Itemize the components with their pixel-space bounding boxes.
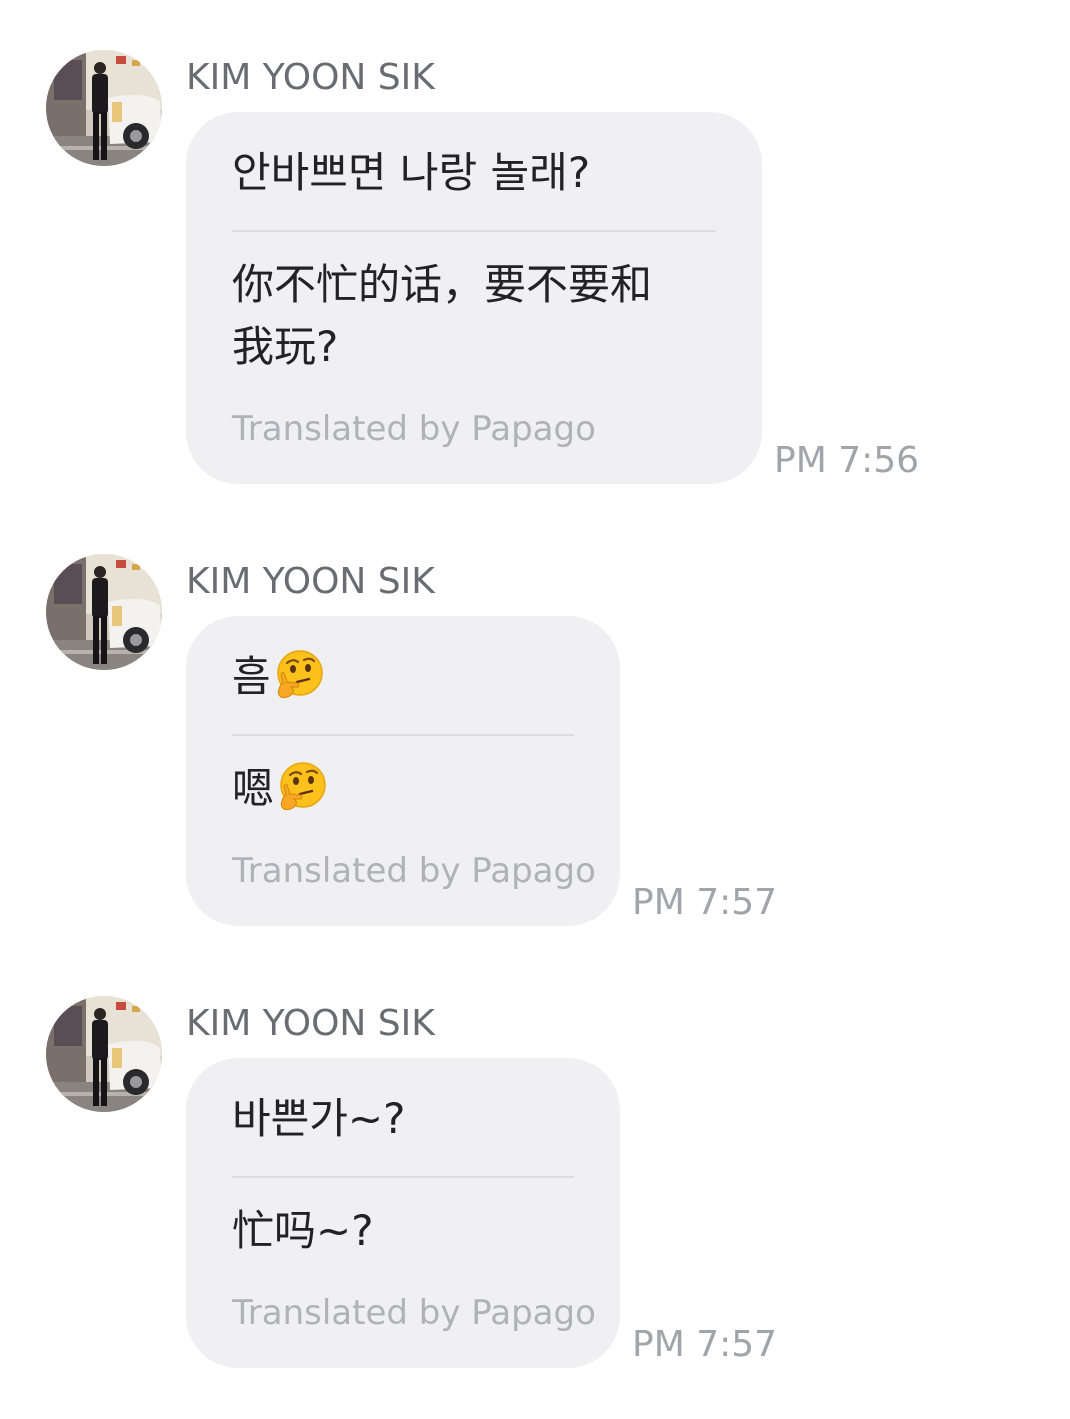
translated-text-row: 嗯: [232, 758, 574, 820]
thinking-face-icon: [273, 649, 325, 701]
original-text: 바쁜가~?: [232, 1094, 406, 1143]
avatar[interactable]: [46, 50, 162, 166]
translation-divider: [232, 230, 716, 232]
translated-text: 嗯: [232, 764, 275, 813]
translation-divider: [232, 1176, 574, 1178]
profile-photo: [46, 50, 162, 166]
sender-name: KIM YOON SIK: [186, 1003, 435, 1044]
avatar[interactable]: [46, 554, 162, 670]
message-bubble[interactable]: 바쁜가~? 忙吗~? Translated by Papago: [186, 1058, 620, 1368]
translated-text: 忙吗~?: [232, 1206, 374, 1255]
original-text-row: 흠: [232, 646, 574, 708]
translated-text-line-1: 你不忙的话，要不要和: [232, 260, 653, 309]
profile-photo: [46, 554, 162, 670]
translated-text-line-2: 我玩?: [232, 322, 339, 371]
message-bubble[interactable]: 안바쁘면 나랑 놀래? 你不忙的话，要不要和 我玩? Translated by…: [186, 112, 762, 484]
translated-by-label: Translated by Papago: [232, 409, 596, 449]
original-text: 흠: [232, 652, 271, 701]
message-time: PM 7:56: [774, 440, 920, 481]
original-text: 안바쁘면 나랑 놀래?: [232, 148, 591, 197]
message-time: PM 7:57: [632, 882, 778, 923]
thinking-face-icon: [276, 761, 328, 813]
message-time: PM 7:57: [632, 1324, 778, 1365]
profile-photo: [46, 996, 162, 1112]
translation-divider: [232, 734, 574, 736]
avatar[interactable]: [46, 996, 162, 1112]
translated-by-label: Translated by Papago: [232, 851, 596, 891]
translated-by-label: Translated by Papago: [232, 1293, 596, 1333]
sender-name: KIM YOON SIK: [186, 57, 435, 98]
message-bubble[interactable]: 흠 嗯 Translated by Papago: [186, 616, 620, 926]
sender-name: KIM YOON SIK: [186, 561, 435, 602]
